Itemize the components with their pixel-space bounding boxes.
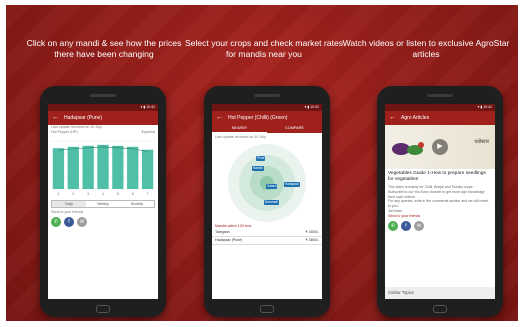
- status-bar: ▾ ▮ 10:41: [385, 104, 495, 111]
- crop-name: Hot Pepper (HP): [51, 130, 78, 134]
- home-button[interactable]: [260, 305, 274, 313]
- list-item[interactable]: Talegaon ₹ 4000/-: [212, 229, 322, 237]
- price-bar[interactable]: [97, 144, 109, 189]
- crop-row: Hot Pepper (HP) ₹/quintal: [48, 130, 158, 135]
- whatsapp-share-button[interactable]: ✆: [51, 217, 61, 227]
- price-bar[interactable]: [52, 148, 65, 189]
- play-icon[interactable]: ▶: [432, 139, 448, 155]
- mandi-price: ₹ 4000/-: [305, 230, 319, 234]
- price-bar[interactable]: [141, 149, 154, 189]
- back-arrow-icon[interactable]: ←: [389, 111, 396, 125]
- video-thumbnail[interactable]: एग्रोस्टार ▶: [385, 125, 495, 169]
- articles-title: Agro Articles: [401, 115, 430, 121]
- caption-market-rates: Select your crops and check market rates…: [184, 38, 344, 59]
- map-pin[interactable]: Nashik: [252, 166, 264, 171]
- price-bar[interactable]: [112, 145, 124, 189]
- phone-articles: ▾ ▮ 10:41 ← Agro Articles एग्रोस्टार ▶ V…: [377, 86, 503, 317]
- share-buttons: ✆ f ✉: [385, 219, 495, 233]
- x-tick-label: 3: [87, 192, 89, 196]
- tab-compare[interactable]: COMPARE: [267, 125, 322, 133]
- facebook-share-button[interactable]: f: [64, 217, 74, 227]
- phone-speaker: [254, 94, 280, 97]
- phone-screen: ▾ ▮ 10:41 ← Hadapsar (Pune) Last update …: [48, 104, 158, 299]
- caption-mandi-prices: Click on any mandi & see how the prices …: [26, 38, 182, 59]
- phone-screen: ▾ ▮ 10:41 ← Hot Pepper (Chilli) (Green) …: [212, 104, 322, 299]
- article-line: For any queries, write in the comments s…: [388, 199, 489, 209]
- share-buttons: ✆ f ✉: [48, 215, 158, 229]
- list-item[interactable]: Hadapsar (Pune) ₹ 3800/-: [212, 237, 322, 245]
- map-pin[interactable]: Baramati: [264, 200, 279, 205]
- mandi-price: ₹ 3800/-: [305, 238, 319, 242]
- hero-text: एग्रोस्टार: [474, 139, 489, 145]
- tab-bar: NEARBY COMPARE: [212, 125, 322, 133]
- app-bar: ← Hot Pepper (Chilli) (Green): [212, 111, 322, 125]
- mandi-title: Hadapsar (Pune): [64, 115, 103, 121]
- price-chart: 1 2 3 4 5 6 7: [51, 137, 155, 197]
- mandi-name: Talegaon: [215, 230, 230, 234]
- last-update-text: Last update received on 10 July: [215, 135, 266, 139]
- phone-mandi-detail: ▾ ▮ 10:41 ← Hadapsar (Pune) Last update …: [40, 86, 166, 317]
- segment-weekly[interactable]: Weekly: [86, 201, 120, 207]
- map-pin[interactable]: Satara: [266, 184, 278, 189]
- phone-speaker: [427, 94, 453, 97]
- message-share-button[interactable]: ✉: [77, 217, 87, 227]
- map-pin[interactable]: Pune: [256, 156, 266, 161]
- x-tick-label: 4: [102, 192, 104, 196]
- vegetables-image: [392, 142, 424, 155]
- period-selector: Daily Weekly Monthly: [51, 200, 155, 208]
- x-tick-label: 7: [147, 192, 149, 196]
- price-chart-svg: 1 2 3 4 5 6 7: [51, 140, 155, 196]
- price-unit: ₹/quintal: [141, 130, 155, 134]
- x-tick-label: 5: [117, 192, 119, 196]
- segment-monthly[interactable]: Monthly: [120, 201, 154, 207]
- app-bar: ← Hadapsar (Pune): [48, 111, 158, 125]
- message-share-button[interactable]: ✉: [414, 220, 424, 231]
- promo-banner: Click on any mandi & see how the prices …: [6, 5, 518, 321]
- home-button[interactable]: [96, 305, 110, 313]
- status-bar: ▾ ▮ 10:41: [212, 104, 322, 111]
- article-line: Subscribe to our YouTube channel to get …: [388, 189, 485, 199]
- phone-screen: ▾ ▮ 10:41 ← Agro Articles एग्रोस्टार ▶ V…: [385, 104, 495, 299]
- similar-topics-header: Similar Topics: [385, 287, 495, 299]
- segment-daily[interactable]: Daily: [52, 201, 86, 207]
- whatsapp-share-button[interactable]: ✆: [388, 220, 398, 231]
- tab-nearby[interactable]: NEARBY: [212, 125, 267, 133]
- x-tick-label: 2: [72, 192, 74, 196]
- caption-videos-articles: Watch videos or listen to exclusive Agro…: [342, 38, 510, 59]
- app-bar: ← Agro Articles: [385, 111, 495, 125]
- facebook-share-button[interactable]: f: [401, 220, 411, 231]
- phone-market-rates: ▾ ▮ 10:41 ← Hot Pepper (Chilli) (Green) …: [204, 86, 330, 317]
- back-arrow-icon[interactable]: ←: [216, 111, 223, 125]
- status-bar: ▾ ▮ 10:41: [48, 104, 158, 111]
- price-bar[interactable]: [82, 145, 94, 189]
- home-button[interactable]: [433, 305, 447, 313]
- map-pin[interactable]: Hadapsar: [284, 182, 300, 187]
- x-tick-label: 6: [132, 192, 134, 196]
- x-tick-label: 1: [57, 192, 59, 196]
- phone-speaker: [90, 94, 116, 97]
- price-bar[interactable]: [67, 146, 79, 189]
- back-arrow-icon[interactable]: ←: [52, 111, 59, 125]
- mandi-name: Hadapsar (Pune): [215, 238, 243, 242]
- crop-title: Hot Pepper (Chilli) (Green): [228, 115, 288, 121]
- price-bar[interactable]: [127, 146, 139, 189]
- mandi-map: Pune Nashik Satara Hadapsar Baramati: [212, 142, 322, 224]
- article-title[interactable]: Vegetables Guide 1-How to prepare seedli…: [385, 169, 495, 185]
